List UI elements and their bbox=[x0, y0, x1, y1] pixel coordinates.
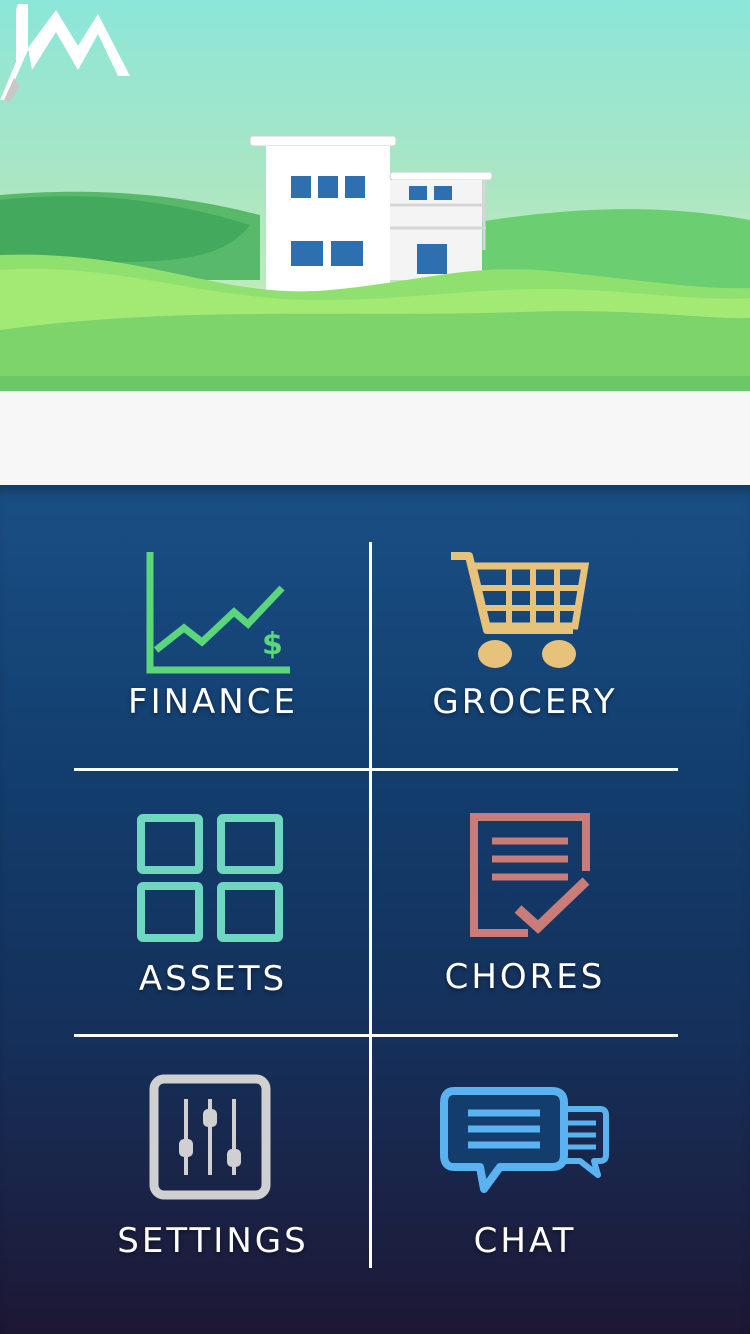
house-icon bbox=[249, 135, 493, 296]
checklist-icon bbox=[470, 813, 590, 937]
finance-label: FINANCE bbox=[128, 682, 298, 722]
line-chart-dollar-icon: $ bbox=[146, 552, 290, 674]
settings-button[interactable]: SETTINGS bbox=[60, 1039, 366, 1268]
assets-button[interactable]: ASSETS bbox=[60, 773, 366, 1031]
hero-banner bbox=[0, 0, 750, 391]
jm-mountain-logo-icon[interactable] bbox=[0, 0, 132, 104]
chat-bubbles-icon bbox=[440, 1087, 609, 1193]
grocery-button[interactable]: GROCERY bbox=[372, 542, 678, 766]
chat-label: CHAT bbox=[473, 1221, 577, 1261]
chat-button[interactable]: CHAT bbox=[372, 1039, 678, 1268]
grocery-label: GROCERY bbox=[432, 682, 618, 722]
main-menu: $ FINANCE GROCERY ASSETS CHORES SETTINGS… bbox=[0, 485, 750, 1334]
finance-button[interactable]: $ FINANCE bbox=[60, 542, 366, 766]
assets-label: ASSETS bbox=[138, 959, 288, 999]
chores-button[interactable]: CHORES bbox=[372, 773, 678, 1031]
svg-text:$: $ bbox=[262, 627, 283, 662]
shopping-cart-icon bbox=[451, 552, 590, 668]
status-band bbox=[0, 391, 750, 485]
sliders-icon bbox=[149, 1074, 271, 1200]
grid-squares-icon bbox=[137, 814, 283, 942]
grid-divider-horizontal-2 bbox=[74, 1034, 678, 1037]
grid-divider-horizontal-1 bbox=[74, 768, 678, 771]
chores-label: CHORES bbox=[444, 957, 606, 997]
settings-label: SETTINGS bbox=[117, 1221, 309, 1261]
